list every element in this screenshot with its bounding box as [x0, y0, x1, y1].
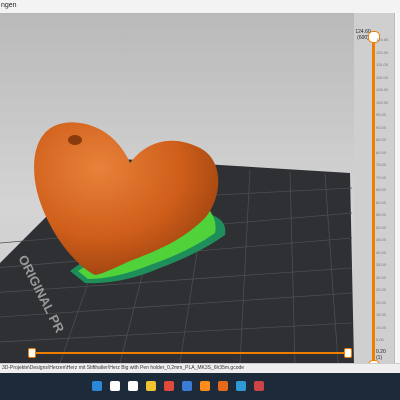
layer-tick-label: 50.00 — [376, 224, 387, 230]
layer-tick-label: 10.00 — [376, 324, 387, 330]
layer-tick-label: 75.00 — [376, 162, 387, 167]
layer-tick-label: 85.00 — [376, 137, 387, 142]
pen-holder-hole — [68, 135, 82, 145]
settings-sidebar[interactable] — [394, 13, 400, 363]
horizontal-slider-start-handle[interactable] — [28, 348, 36, 358]
layer-tick-label: 105.00 — [376, 87, 389, 92]
layer-tick-label: 15.00 — [376, 312, 387, 317]
bottom-layer-readout: 0.20 (1) — [376, 349, 386, 361]
layer-tick-label: 55.00 — [376, 212, 387, 217]
layer-tick-label: 35.00 — [376, 262, 387, 267]
windows-taskbar — [0, 373, 400, 400]
layer-tick-label: 65.00 — [376, 187, 387, 192]
layer-tick-label: 110.00 — [376, 74, 388, 80]
vertical-layer-slider[interactable]: 124.60 (600) 124.60 120.00 115.00 110.00 105… — [354, 13, 394, 372]
layer-tick-label: 95.00 — [376, 112, 387, 117]
chrome-icon[interactable] — [164, 381, 174, 391]
layer-tick-label: 70.00 — [376, 174, 387, 180]
vertical-slider-track — [372, 43, 375, 363]
layer-tick-label: 124.60 — [376, 37, 389, 42]
layer-tick-label: 115.00 — [376, 62, 388, 67]
horizontal-end-value: 000056 — [330, 344, 347, 350]
layer-tick-label: 90.00 — [376, 124, 387, 130]
layer-height-ticks: 124.60 120.00 115.00 110.00 105.00 100.00 95.0… — [376, 37, 394, 349]
layer-tick-label: 5.00 — [376, 337, 384, 342]
gcode-file-path: 3D-Projekte\Designs\Herzen\Herz mit Stif… — [2, 365, 245, 371]
horizontal-layer-slider[interactable]: 000010 000056 — [0, 344, 354, 363]
menu-bar: ngen — [0, 0, 400, 14]
explorer-icon[interactable] — [146, 381, 156, 391]
task-view-icon[interactable] — [128, 381, 138, 391]
layer-tick-label: 25.00 — [376, 287, 387, 292]
prusaslicer-icon[interactable] — [218, 381, 228, 391]
layer-tick-label: 30.00 — [376, 274, 387, 280]
layer-tick-label: 45.00 — [376, 237, 387, 242]
layer-tick-label: 120.00 — [376, 49, 389, 55]
layer-tick-label: 100.00 — [376, 99, 389, 105]
windows-icon[interactable] — [92, 381, 102, 391]
terminal-icon[interactable] — [254, 381, 264, 391]
layer-tick-label: 20.00 — [376, 299, 387, 305]
horizontal-slider-track — [32, 352, 348, 354]
search-icon[interactable] — [110, 381, 120, 391]
mail-icon[interactable] — [182, 381, 192, 391]
bottom-layer-number: (1) — [376, 355, 383, 361]
layer-tick-label: 80.00 — [376, 149, 387, 155]
layer-tick-label: 60.00 — [376, 199, 387, 205]
menu-item[interactable]: ngen — [1, 1, 17, 11]
3d-viewport[interactable]: ORIGINAL PR — [0, 13, 354, 363]
edge-icon[interactable] — [236, 381, 246, 391]
scene-canvas: ORIGINAL PR — [0, 122, 354, 363]
horizontal-start-value: 000010 — [36, 344, 53, 350]
layer-tick-label: 40.00 — [376, 249, 387, 255]
app-icon[interactable] — [200, 381, 210, 391]
